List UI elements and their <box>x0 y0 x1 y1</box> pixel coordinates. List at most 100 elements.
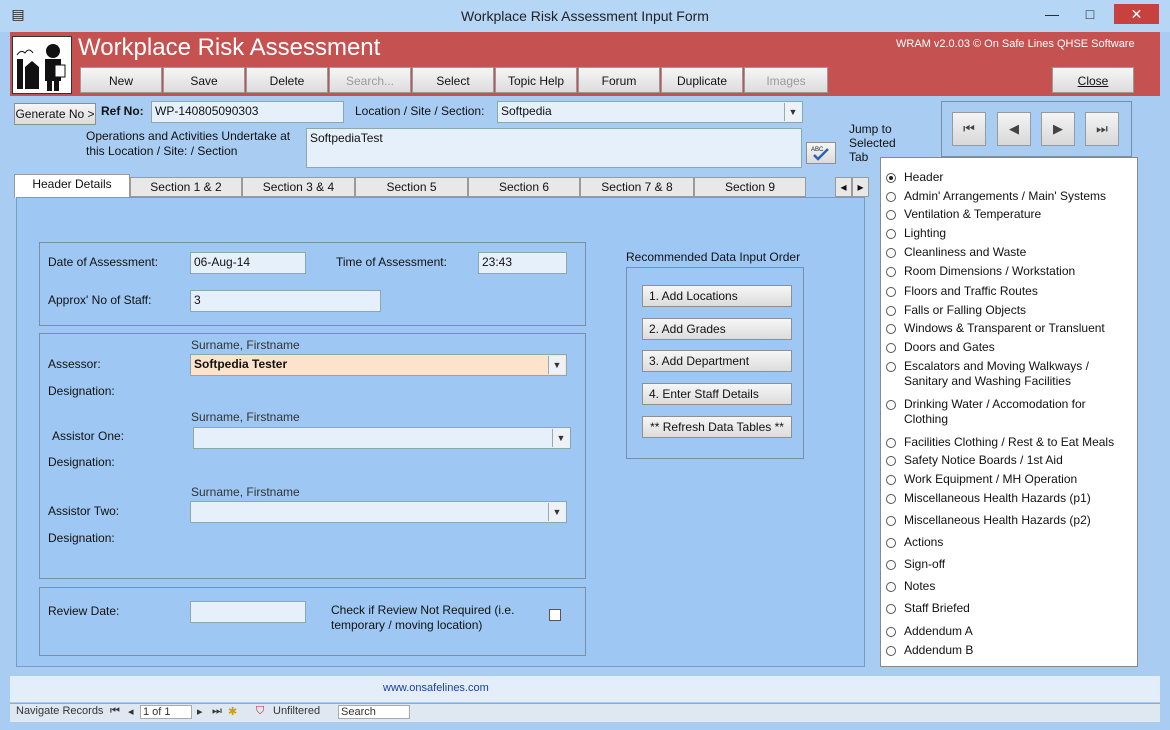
tab-jump-option[interactable]: Miscellaneous Health Hazards (p1) <box>886 491 1131 505</box>
website-link[interactable]: www.onsafelines.com <box>383 682 489 694</box>
previous-record-icon[interactable]: ◀ <box>997 112 1031 146</box>
radio-icon[interactable] <box>886 362 896 372</box>
tab-jump-option[interactable]: Lighting <box>886 226 1131 240</box>
radio-icon[interactable] <box>886 582 896 592</box>
chevron-down-icon[interactable]: ▼ <box>548 356 565 374</box>
tab-jump-option[interactable]: Doors and Gates <box>886 340 1131 354</box>
topic-help-button[interactable]: Topic Help <box>495 67 577 93</box>
tab-jump-option[interactable]: Facilities Clothing / Rest & to Eat Meal… <box>886 435 1131 449</box>
tab-section-9[interactable]: Section 9 <box>694 177 806 197</box>
review-date-field[interactable] <box>190 601 306 623</box>
radio-icon[interactable] <box>886 324 896 334</box>
radio-icon[interactable] <box>886 210 896 220</box>
tab-jump-option[interactable]: Drinking Water / Accomodation for Clothi… <box>886 397 1131 427</box>
operations-field[interactable]: SoftpediaTest <box>306 128 802 168</box>
radio-icon[interactable] <box>886 343 896 353</box>
last-record-nav-icon[interactable]: ⏭ <box>212 705 222 718</box>
tab-jump-option[interactable]: Header <box>886 170 1131 184</box>
review-not-required-checkbox[interactable] <box>549 609 561 621</box>
refresh-data-tables-button[interactable]: ** Refresh Data Tables ** <box>642 416 792 438</box>
tab-jump-option[interactable]: Sign-off <box>886 557 1131 571</box>
tab-jump-option[interactable]: Miscellaneous Health Hazards (p2) <box>886 513 1131 527</box>
tab-section-1-2[interactable]: Section 1 & 2 <box>130 177 242 197</box>
new-button[interactable]: New <box>80 67 162 93</box>
tab-jump-option[interactable]: Staff Briefed <box>886 601 1131 615</box>
radio-icon[interactable] <box>886 173 896 183</box>
assistor-two-select[interactable]: ▼ <box>190 501 567 523</box>
tab-jump-option[interactable]: Windows & Transparent or Transluent <box>886 321 1131 335</box>
tab-jump-option[interactable]: Safety Notice Boards / 1st Aid <box>886 453 1131 467</box>
filter-status[interactable]: Unfiltered <box>273 705 320 717</box>
assistor-one-select[interactable]: ▼ <box>193 427 571 449</box>
tab-section-3-4[interactable]: Section 3 & 4 <box>242 177 355 197</box>
select-button[interactable]: Select <box>412 67 494 93</box>
radio-icon[interactable] <box>886 400 896 410</box>
tab-jump-option[interactable]: Room Dimensions / Workstation <box>886 264 1131 278</box>
spell-check-button[interactable]: ABC <box>806 142 836 164</box>
duplicate-button[interactable]: Duplicate <box>661 67 743 93</box>
radio-icon[interactable] <box>886 560 896 570</box>
location-select[interactable]: Softpedia ▼ <box>497 101 803 123</box>
first-record-nav-icon[interactable]: ⏮ <box>110 705 120 718</box>
tab-jump-option[interactable]: Addendum B <box>886 643 1131 657</box>
record-number-field[interactable]: 1 of 1 <box>140 705 192 719</box>
tab-header-details[interactable]: Header Details <box>14 174 130 198</box>
radio-icon[interactable] <box>886 456 896 466</box>
tab-section-5[interactable]: Section 5 <box>355 177 468 197</box>
enter-staff-details-button[interactable]: 4. Enter Staff Details <box>642 383 792 405</box>
radio-icon[interactable] <box>886 475 896 485</box>
radio-icon[interactable] <box>886 604 896 614</box>
first-record-icon[interactable]: ⏮ <box>952 112 986 146</box>
new-record-nav-icon[interactable]: ✱ <box>228 705 237 718</box>
next-record-nav-icon[interactable]: ▸ <box>197 705 203 718</box>
tab-jump-option[interactable]: Admin' Arrangements / Main' Systems <box>886 189 1131 203</box>
tab-jump-option[interactable]: Falls or Falling Objects <box>886 303 1131 317</box>
maximize-button[interactable]: □ <box>1075 4 1105 24</box>
radio-icon[interactable] <box>886 248 896 258</box>
radio-icon[interactable] <box>886 192 896 202</box>
minimize-button[interactable]: — <box>1037 4 1067 24</box>
search-input[interactable]: Search <box>338 705 410 719</box>
staff-field[interactable]: 3 <box>190 290 381 312</box>
tab-scroll-left-icon[interactable]: ◂ <box>835 177 852 197</box>
tab-jump-option[interactable]: Work Equipment / MH Operation <box>886 472 1131 486</box>
radio-icon[interactable] <box>886 516 896 526</box>
radio-icon[interactable] <box>886 267 896 277</box>
images-button[interactable]: Images <box>744 67 828 93</box>
tab-section-6[interactable]: Section 6 <box>468 177 580 197</box>
add-department-button[interactable]: 3. Add Department <box>642 350 792 372</box>
add-grades-button[interactable]: 2. Add Grades <box>642 318 792 340</box>
chevron-down-icon[interactable]: ▼ <box>784 103 801 121</box>
close-button[interactable]: Close <box>1052 67 1134 93</box>
delete-button[interactable]: Delete <box>246 67 328 93</box>
next-record-icon[interactable]: ▶ <box>1041 112 1075 146</box>
last-record-icon[interactable]: ⏭ <box>1085 112 1119 146</box>
radio-icon[interactable] <box>886 287 896 297</box>
tab-jump-option[interactable]: Floors and Traffic Routes <box>886 284 1131 298</box>
radio-icon[interactable] <box>886 306 896 316</box>
chevron-down-icon[interactable]: ▼ <box>548 503 565 521</box>
ref-no-field[interactable]: WP-140805090303 <box>151 101 344 123</box>
time-field[interactable]: 23:43 <box>478 252 567 274</box>
radio-icon[interactable] <box>886 438 896 448</box>
radio-icon[interactable] <box>886 627 896 637</box>
date-field[interactable]: 06-Aug-14 <box>190 252 306 274</box>
tab-jump-option[interactable]: Cleanliness and Waste <box>886 245 1131 259</box>
assessor-select[interactable]: Softpedia Tester ▼ <box>190 354 567 376</box>
radio-icon[interactable] <box>886 538 896 548</box>
radio-icon[interactable] <box>886 646 896 656</box>
tab-jump-option[interactable]: Escalators and Moving Walkways / Sanitar… <box>886 359 1131 389</box>
search-button[interactable]: Search... <box>329 67 411 93</box>
radio-icon[interactable] <box>886 229 896 239</box>
tab-scroll-right-icon[interactable]: ▸ <box>852 177 869 197</box>
tab-section-7-8[interactable]: Section 7 & 8 <box>580 177 694 197</box>
tab-jump-option[interactable]: Ventilation & Temperature <box>886 207 1131 221</box>
save-button[interactable]: Save <box>163 67 245 93</box>
tab-jump-option[interactable]: Addendum A <box>886 624 1131 638</box>
chevron-down-icon[interactable]: ▼ <box>552 429 569 447</box>
prev-record-nav-icon[interactable]: ◂ <box>128 705 134 718</box>
forum-button[interactable]: Forum <box>578 67 660 93</box>
tab-jump-option[interactable]: Notes <box>886 579 1131 593</box>
add-locations-button[interactable]: 1. Add Locations <box>642 285 792 307</box>
radio-icon[interactable] <box>886 494 896 504</box>
